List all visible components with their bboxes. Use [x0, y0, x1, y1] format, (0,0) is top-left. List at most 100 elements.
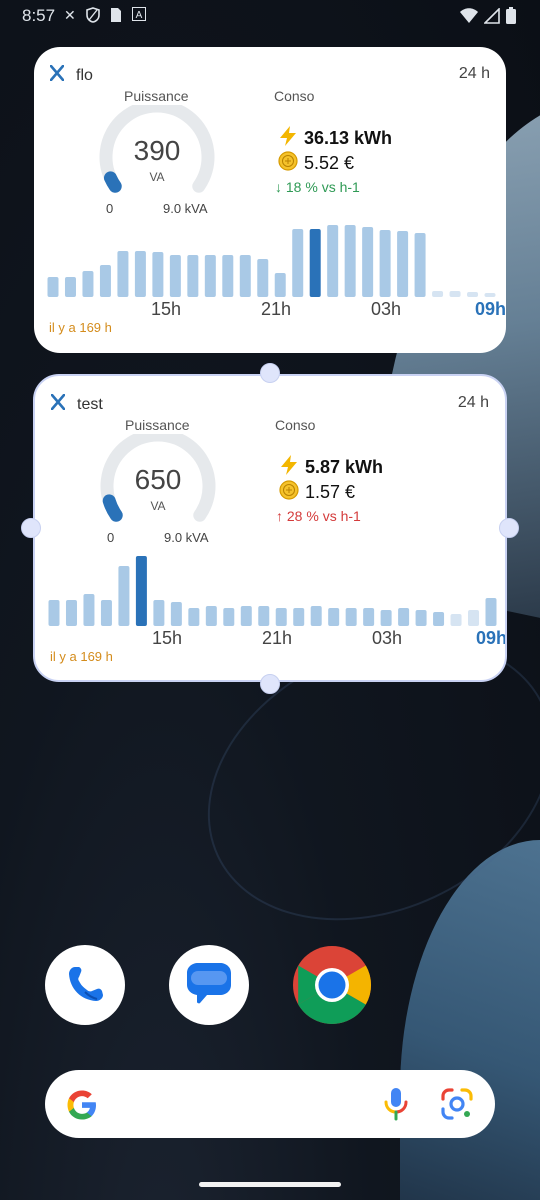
chart-bar — [82, 271, 94, 297]
chart-bar — [117, 251, 129, 297]
wifi-icon — [460, 7, 478, 29]
hourly-bar-chart: 15h 21h 03h 09h — [47, 225, 506, 319]
widget-flo[interactable]: flo 24 h Puissance Conso 390 VA 0 9.0 kV… — [34, 47, 506, 353]
resize-handle-bottom[interactable] — [260, 674, 280, 694]
gauge-min: 0 — [107, 530, 115, 545]
chart-bar — [258, 606, 270, 626]
chart-bar — [363, 608, 375, 626]
chart-bar — [310, 606, 322, 626]
chart-tick-label: 15h — [151, 299, 181, 319]
battery-icon — [506, 7, 516, 29]
puissance-label: Puissance — [124, 88, 189, 104]
lens-icon[interactable] — [440, 1087, 474, 1126]
resize-handle-top[interactable] — [260, 363, 280, 383]
last-update: il y a 169 h — [49, 320, 112, 335]
resize-handle-right[interactable] — [499, 518, 519, 538]
chart-bar — [449, 291, 461, 297]
chart-bar — [345, 608, 357, 626]
gesture-nav-handle[interactable] — [199, 1182, 341, 1187]
gauge-unit: VA — [149, 170, 165, 184]
coin-icon — [278, 151, 298, 176]
svg-text:A: A — [135, 10, 142, 21]
delta-text: ↓ 18 % vs h-1 — [275, 179, 360, 195]
x-logo-icon: ✕ — [64, 7, 76, 23]
conso-label: Conso — [274, 88, 315, 104]
chart-bar — [100, 600, 112, 626]
widget-title: flo — [76, 66, 93, 84]
chart-tick-label: 03h — [372, 628, 402, 648]
chart-bar — [187, 255, 199, 297]
chart-bar — [433, 612, 445, 626]
cost-value: 5.52 € — [304, 153, 355, 173]
chart-bar — [484, 293, 496, 297]
chart-bar — [309, 229, 321, 297]
cost-row: 1.57 € — [279, 480, 355, 505]
chart-bar — [47, 277, 59, 297]
phone-icon[interactable] — [45, 945, 125, 1025]
google-g-icon — [65, 1088, 99, 1127]
chart-bar — [344, 225, 356, 297]
chart-bar — [223, 608, 235, 626]
hourly-bar-chart: 15h 21h 03h 09h — [48, 556, 505, 648]
last-update: il y a 169 h — [50, 649, 113, 664]
cost-row: 5.52 € — [278, 151, 354, 176]
gauge-value: 390 — [133, 135, 181, 166]
font-icon: A — [131, 7, 146, 26]
energy-value: 36.13 kWh — [304, 128, 393, 148]
widget-test[interactable]: test 24 h Puissance Conso 650 VA 0 9.0 k… — [33, 374, 507, 682]
chart-bar — [467, 292, 479, 297]
chart-bar — [397, 231, 409, 297]
messages-icon[interactable] — [169, 945, 249, 1025]
chart-bar — [170, 602, 182, 626]
chart-tick-label: 15h — [152, 628, 182, 648]
resize-handle-left[interactable] — [21, 518, 41, 538]
chart-bar — [379, 230, 391, 297]
cost-value: 1.57 € — [305, 482, 356, 502]
chart-bar — [485, 598, 497, 626]
time-range: 24 h — [458, 65, 490, 82]
signal-icon — [483, 6, 500, 29]
clock: 8:57 — [22, 6, 56, 25]
chart-bar — [468, 610, 480, 626]
lightning-icon — [279, 454, 299, 481]
gauge-max: 9.0 kVA — [164, 530, 209, 545]
chart-bar — [274, 273, 286, 297]
app-logo-icon — [49, 64, 65, 86]
google-search-bar[interactable] — [45, 1070, 495, 1138]
shield-icon — [85, 7, 100, 26]
chart-tick-label: 09h — [475, 299, 506, 319]
chart-bar — [83, 594, 95, 626]
chart-bar — [239, 255, 251, 297]
widget-title: test — [77, 395, 103, 413]
chart-bar — [414, 233, 426, 297]
chart-bar — [205, 606, 217, 626]
chart-tick-label: 03h — [371, 299, 401, 319]
chart-bar — [204, 255, 216, 297]
coin-icon — [279, 480, 299, 505]
chart-bar — [65, 600, 77, 626]
chart-bar — [188, 608, 200, 626]
chart-bar — [362, 227, 374, 297]
chart-bar — [222, 255, 234, 297]
energy-row: 36.13 kWh — [278, 125, 392, 152]
status-bar: 8:57 ✕ A — [0, 0, 540, 32]
chart-bar — [134, 251, 146, 297]
gauge-unit: VA — [150, 499, 166, 513]
energy-row: 5.87 kWh — [279, 454, 383, 481]
chart-bar — [327, 225, 339, 297]
energy-value: 5.87 kWh — [305, 457, 384, 477]
mic-icon[interactable] — [382, 1086, 410, 1127]
chart-bar — [118, 566, 130, 626]
chart-bar — [135, 556, 147, 626]
chart-bar — [292, 229, 304, 297]
chart-bar — [64, 277, 76, 297]
chart-tick-label: 21h — [261, 299, 291, 319]
chart-bar — [328, 608, 340, 626]
app-logo-icon — [50, 393, 66, 415]
chrome-icon[interactable] — [292, 945, 372, 1025]
chart-tick-label: 21h — [262, 628, 292, 648]
gauge-max: 9.0 kVA — [163, 201, 208, 216]
gauge-min: 0 — [106, 201, 114, 216]
chart-bar — [398, 608, 410, 626]
conso-label: Conso — [275, 417, 316, 433]
